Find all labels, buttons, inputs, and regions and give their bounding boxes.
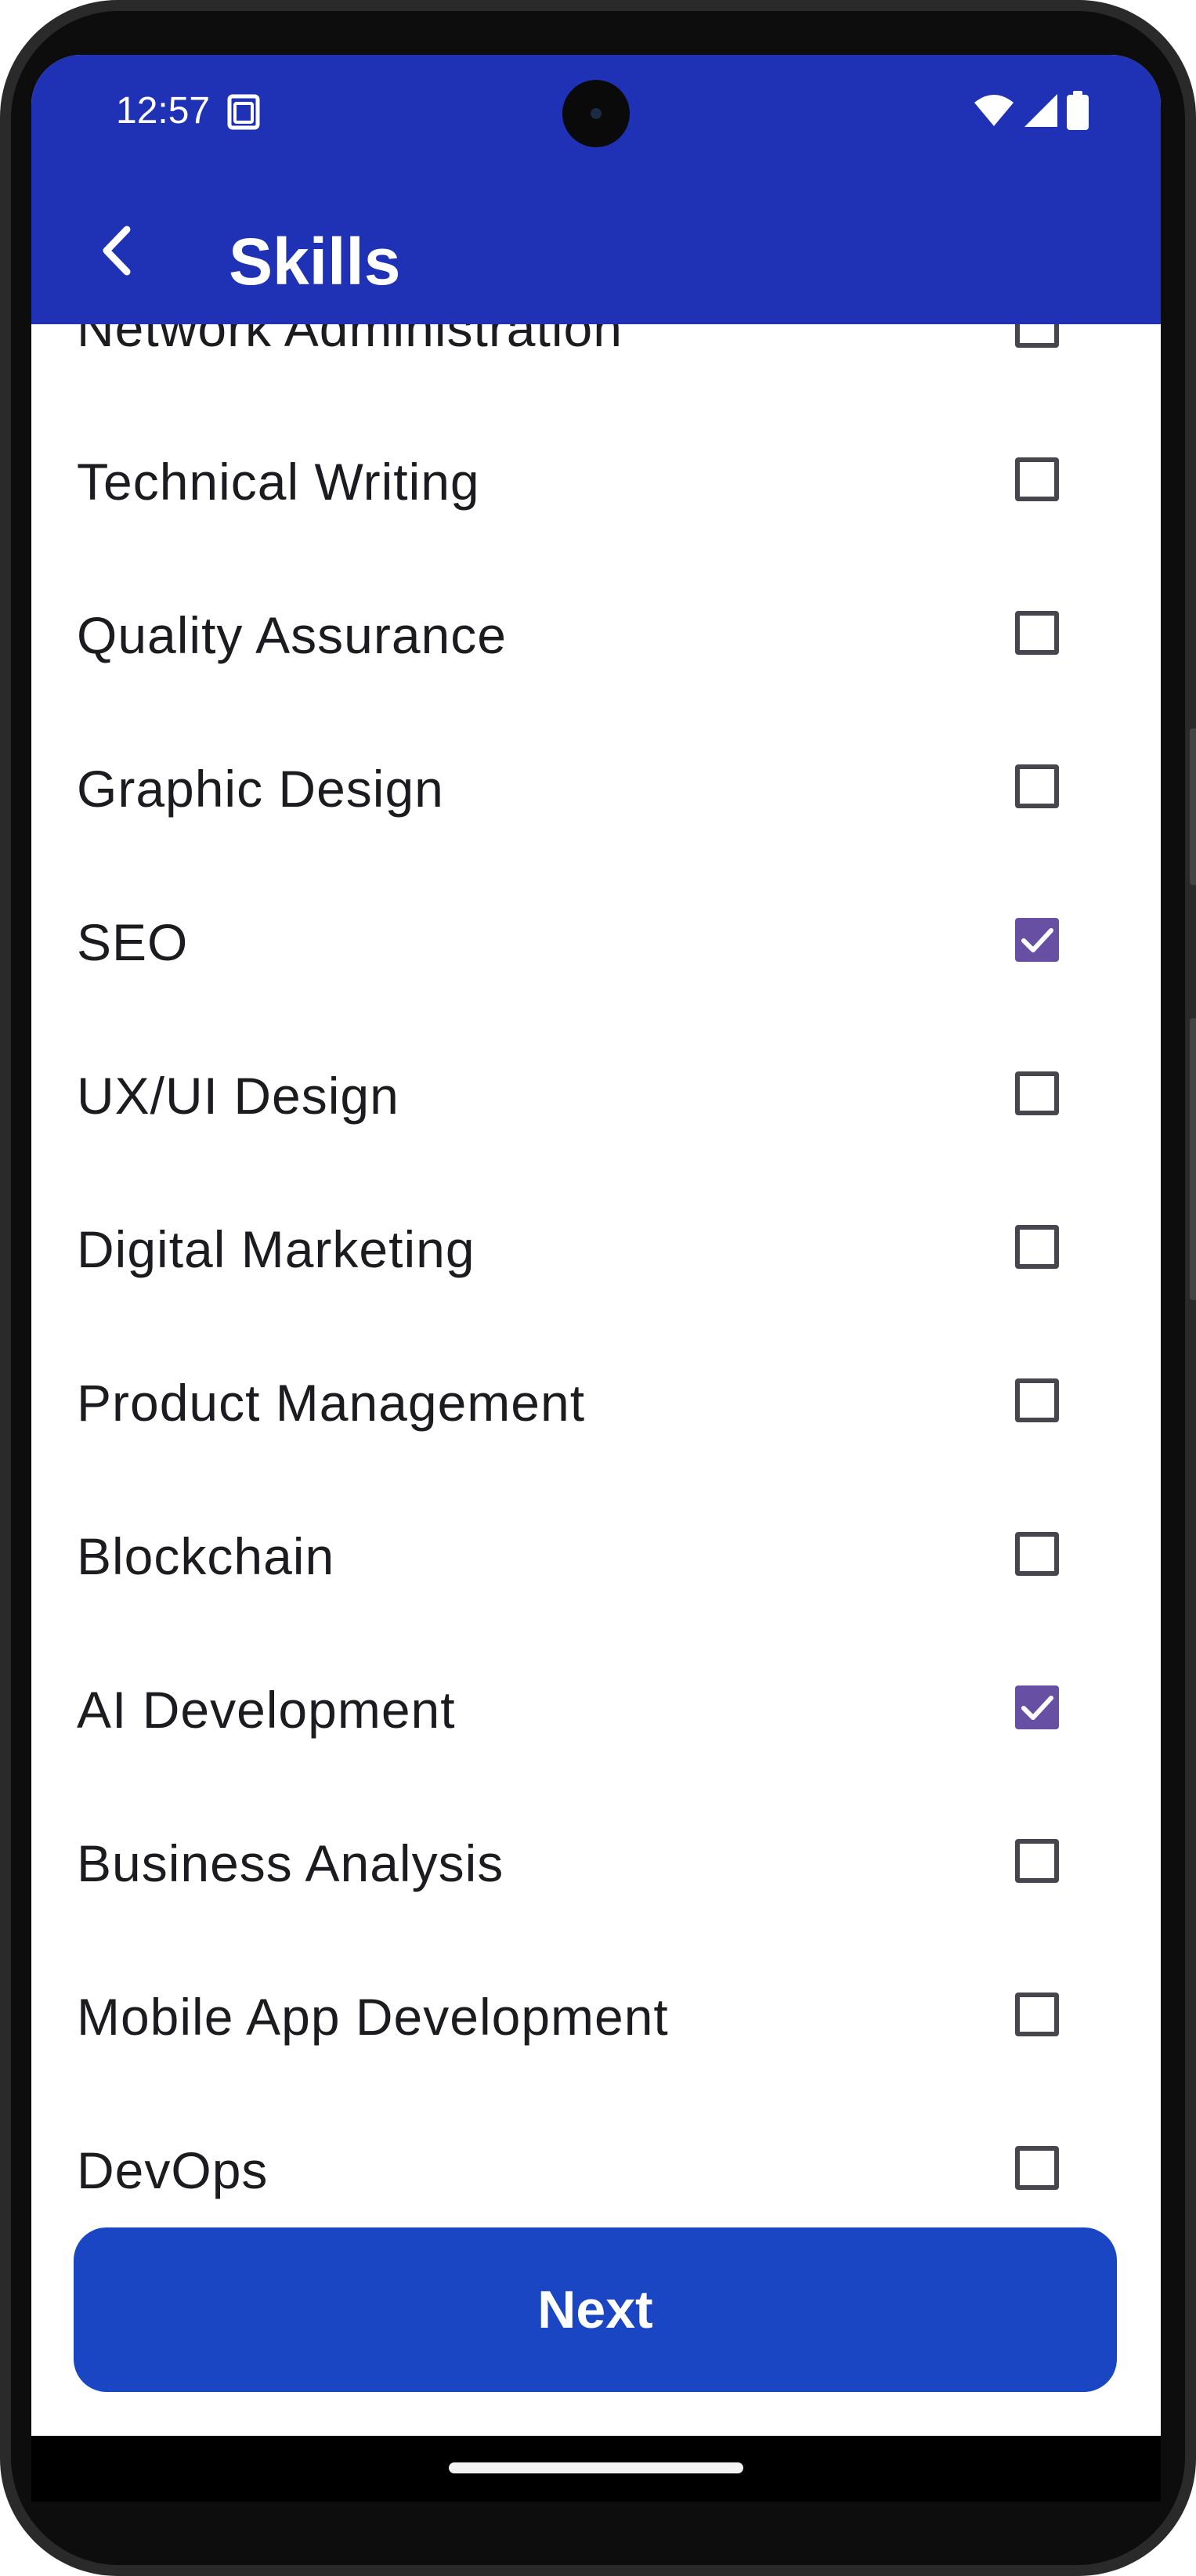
skill-label: Business Analysis <box>77 1834 504 1892</box>
skill-row[interactable]: Mobile App Development <box>31 1939 1161 2093</box>
navigation-bar <box>31 2436 1161 2502</box>
app-bar: 12:57 Skills <box>31 55 1161 324</box>
skill-row[interactable]: Business Analysis <box>31 1786 1161 1939</box>
screen: Network Administration Technical Writing Q… <box>31 55 1161 2436</box>
page-title: Skills <box>229 225 401 298</box>
skill-label: AI Development <box>77 1681 456 1739</box>
skill-row[interactable]: SEO <box>31 865 1161 1018</box>
skill-checkbox[interactable] <box>1015 1532 1059 1576</box>
skill-row[interactable]: Graphic Design <box>31 711 1161 865</box>
battery-icon <box>1067 91 1089 130</box>
status-time: 12:57 <box>116 90 211 132</box>
skill-label: Product Management <box>77 1374 586 1432</box>
sim-card-icon <box>227 94 260 130</box>
skill-checkbox[interactable] <box>1015 764 1059 808</box>
skill-row[interactable]: Quality Assurance <box>31 558 1161 711</box>
skill-checkbox[interactable] <box>1015 611 1059 655</box>
volume-button <box>1190 1018 1196 1300</box>
cellular-signal-icon <box>1024 94 1057 127</box>
skill-label: Mobile App Development <box>77 1988 669 2046</box>
skill-row[interactable]: Digital Marketing <box>31 1172 1161 1325</box>
skill-checkbox[interactable] <box>1015 1993 1059 2036</box>
skill-label: Blockchain <box>77 1527 335 1585</box>
skill-checkbox[interactable] <box>1015 1378 1059 1422</box>
skill-row[interactable]: AI Development <box>31 1632 1161 1786</box>
skill-label: DevOps <box>77 2141 269 2199</box>
skill-checkbox[interactable] <box>1015 1071 1059 1115</box>
next-button[interactable]: Next <box>74 2227 1117 2392</box>
checkmark-icon <box>1021 1696 1053 1720</box>
skill-label: Digital Marketing <box>77 1220 475 1278</box>
chevron-left-icon <box>103 226 131 276</box>
back-button[interactable] <box>78 211 157 290</box>
skill-checkbox[interactable] <box>1015 2146 1059 2190</box>
power-button <box>1190 728 1196 885</box>
skill-checkbox[interactable] <box>1015 918 1059 962</box>
checkmark-icon <box>1021 928 1053 952</box>
skill-checkbox[interactable] <box>1015 1225 1059 1269</box>
skill-label: UX/UI Design <box>77 1067 399 1125</box>
skill-label: Graphic Design <box>77 760 444 818</box>
status-icons <box>973 89 1089 132</box>
front-camera <box>562 80 630 147</box>
skill-label: Technical Writing <box>77 453 480 511</box>
home-indicator[interactable] <box>449 2462 743 2473</box>
skill-row[interactable]: UX/UI Design <box>31 1018 1161 1172</box>
skill-checkbox[interactable] <box>1015 457 1059 501</box>
skill-row[interactable]: Product Management <box>31 1325 1161 1479</box>
skill-checkbox[interactable] <box>1015 1685 1059 1729</box>
wifi-icon <box>974 95 1014 126</box>
skill-label: SEO <box>77 913 189 971</box>
skill-row[interactable]: Technical Writing <box>31 404 1161 558</box>
skill-row[interactable]: DevOps <box>31 2093 1161 2246</box>
skill-label: Quality Assurance <box>77 606 507 664</box>
skill-row[interactable]: Blockchain <box>31 1479 1161 1632</box>
skill-checkbox[interactable] <box>1015 1839 1059 1883</box>
